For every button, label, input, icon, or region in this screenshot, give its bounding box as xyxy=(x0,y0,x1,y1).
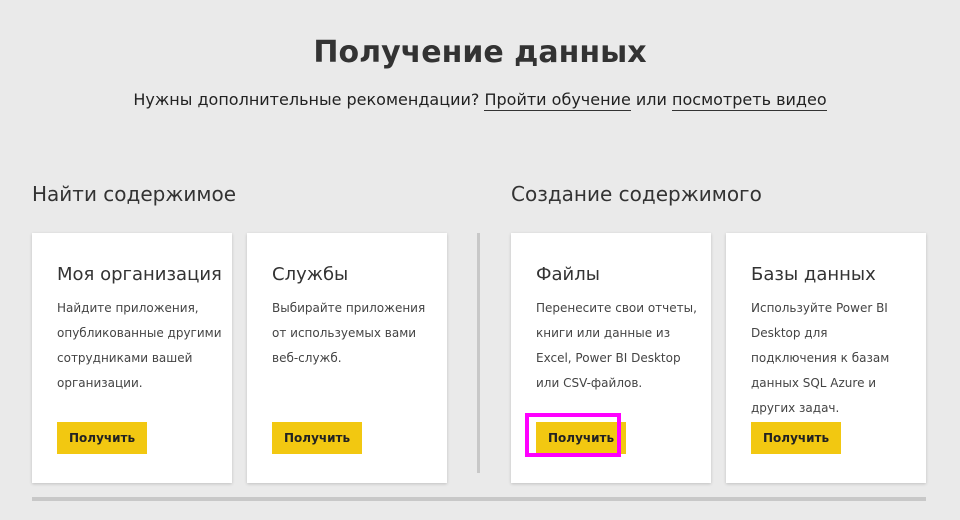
get-button-databases[interactable]: Получить xyxy=(751,422,842,454)
card-description: Найдите приложения, опубликованные други… xyxy=(57,301,222,390)
get-button-my-organization[interactable]: Получить xyxy=(57,422,148,454)
section-divider xyxy=(477,233,480,473)
bottom-divider xyxy=(32,497,926,501)
card-title: Службы xyxy=(272,264,349,285)
help-text: Нужны дополнительные рекомендации? xyxy=(133,90,480,109)
card-files: Файлы Перенесите свои отчеты, книги или … xyxy=(511,233,711,483)
card-title: Моя организация xyxy=(57,264,222,285)
card-description: Перенесите свои отчеты, книги или данные… xyxy=(536,301,697,390)
card-description: Выбирайте приложения от используемых вам… xyxy=(272,301,426,365)
card-my-organization: Моя организация Найдите приложения, опуб… xyxy=(32,233,232,483)
card-title: Базы данных xyxy=(751,264,876,285)
section-heading-create: Создание содержимого xyxy=(511,182,762,206)
help-or-text: или xyxy=(635,90,667,109)
card-title: Файлы xyxy=(536,264,600,285)
card-databases: Базы данных Используйте Power BI Desktop… xyxy=(726,233,926,483)
section-heading-discover: Найти содержимое xyxy=(32,182,237,206)
get-button-files[interactable]: Получить xyxy=(536,422,627,454)
card-description: Используйте Power BI Desktop для подключ… xyxy=(751,301,890,415)
get-button-services[interactable]: Получить xyxy=(272,422,363,454)
help-line: Нужны дополнительные рекомендации? Пройт… xyxy=(0,88,960,112)
page-title: Получение данных xyxy=(313,35,647,70)
card-services: Службы Выбирайте приложения от используе… xyxy=(247,233,447,483)
video-link[interactable]: посмотреть видео xyxy=(672,90,827,111)
training-link[interactable]: Пройти обучение xyxy=(484,90,631,111)
